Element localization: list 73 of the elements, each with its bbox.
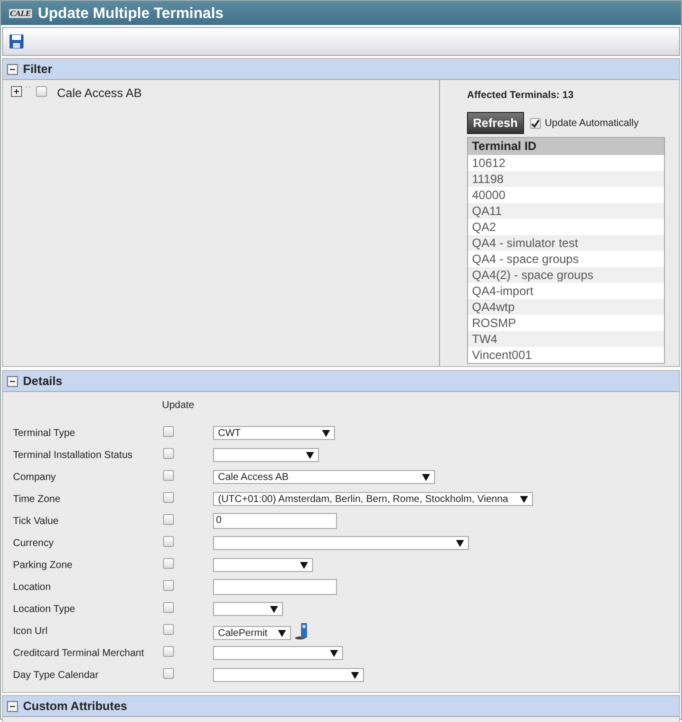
update-checkbox[interactable] — [163, 448, 174, 459]
parking-meter-icon — [295, 622, 309, 640]
table-row[interactable]: Vincent001 — [468, 347, 664, 363]
section-title: Filter — [23, 62, 52, 76]
dropdown[interactable]: Cale Access AB — [213, 470, 435, 484]
collapse-icon[interactable] — [7, 64, 18, 74]
caret-icon — [300, 562, 308, 568]
field-label: Tick Value — [13, 516, 60, 526]
field-label: Terminal Type — [13, 428, 76, 438]
dropdown[interactable] — [213, 602, 283, 616]
table-row[interactable]: QA4(2) - space groups — [468, 267, 664, 283]
field-label: Parking Zone — [13, 560, 74, 570]
update-checkbox[interactable] — [163, 514, 174, 525]
caret-icon — [306, 452, 314, 458]
update-checkbox[interactable] — [163, 580, 174, 591]
column-header: Update — [162, 400, 196, 413]
update-checkbox[interactable] — [163, 668, 174, 679]
checkbox-label: Update Automatically — [544, 118, 639, 128]
update-checkbox[interactable] — [163, 624, 174, 635]
table-row[interactable]: QA11 — [468, 203, 664, 219]
collapse-icon[interactable] — [7, 700, 18, 712]
update-checkbox[interactable] — [163, 426, 174, 437]
column-header: Terminal ID — [468, 138, 664, 155]
window-title: Update Multiple Terminals — [38, 4, 224, 22]
refresh-button[interactable]: Refresh — [467, 112, 524, 134]
tree-checkbox[interactable] — [36, 86, 47, 97]
caret-icon — [322, 430, 330, 436]
input-field[interactable] — [213, 579, 337, 595]
table-row[interactable]: 11198 — [468, 171, 664, 187]
update-checkbox[interactable] — [163, 536, 174, 547]
table-row[interactable]: QA4-import — [468, 283, 664, 299]
table-row[interactable]: 10612 — [468, 155, 664, 171]
input-field[interactable]: 0 — [213, 513, 337, 529]
caret-icon — [270, 606, 278, 612]
section-title: Details — [23, 374, 62, 388]
dropdown[interactable]: CWT — [213, 426, 335, 440]
update-checkbox[interactable] — [163, 492, 174, 503]
save-icon[interactable] — [9, 34, 24, 49]
caret-icon — [278, 630, 286, 636]
caret-icon — [351, 672, 359, 678]
logo: CALE — [9, 8, 32, 18]
caret-icon — [330, 650, 338, 656]
table-row[interactable]: 40000 — [468, 187, 664, 203]
field-label: Time Zone — [13, 494, 62, 504]
table-row[interactable]: QA4wtp — [468, 299, 664, 315]
table-row[interactable]: QA4 - simulator test — [468, 235, 664, 251]
expand-icon[interactable] — [11, 86, 22, 97]
caret-icon — [456, 540, 464, 546]
collapse-icon[interactable] — [7, 376, 18, 386]
field-label: Location — [13, 582, 52, 592]
dropdown[interactable]: CalePermit — [213, 626, 291, 640]
affected-count: Affected Terminals: 13 — [467, 90, 575, 101]
field-label: Day Type Calendar — [13, 670, 100, 680]
update-checkbox[interactable] — [163, 646, 174, 657]
field-label: Company — [13, 472, 57, 482]
caret-icon — [520, 496, 528, 502]
dropdown[interactable]: (UTC+01:00) Amsterdam, Berlin, Bern, Rome, Stockholm, Vienna — [213, 492, 533, 506]
update-checkbox[interactable] — [163, 470, 174, 481]
field-label: Location Type — [13, 604, 76, 614]
table-row[interactable]: QA4 - space groups — [468, 251, 664, 267]
caret-icon — [422, 474, 430, 480]
field-label: Terminal Installation Status — [13, 450, 134, 460]
field-label: Icon Url — [13, 626, 48, 636]
auto-update-checkbox[interactable] — [530, 118, 541, 128]
tree-item[interactable]: Cale Access AB — [57, 86, 142, 100]
table-row[interactable]: QA2 — [468, 219, 664, 235]
section-title: Custom Attributes — [23, 699, 128, 713]
table-row[interactable]: TW4 — [468, 331, 664, 347]
update-checkbox[interactable] — [163, 602, 174, 613]
update-checkbox[interactable] — [163, 558, 174, 569]
field-label: Currency — [13, 538, 55, 548]
table-row[interactable]: ROSMP — [468, 315, 664, 331]
field-label: Creditcard Terminal Merchant — [13, 648, 145, 658]
